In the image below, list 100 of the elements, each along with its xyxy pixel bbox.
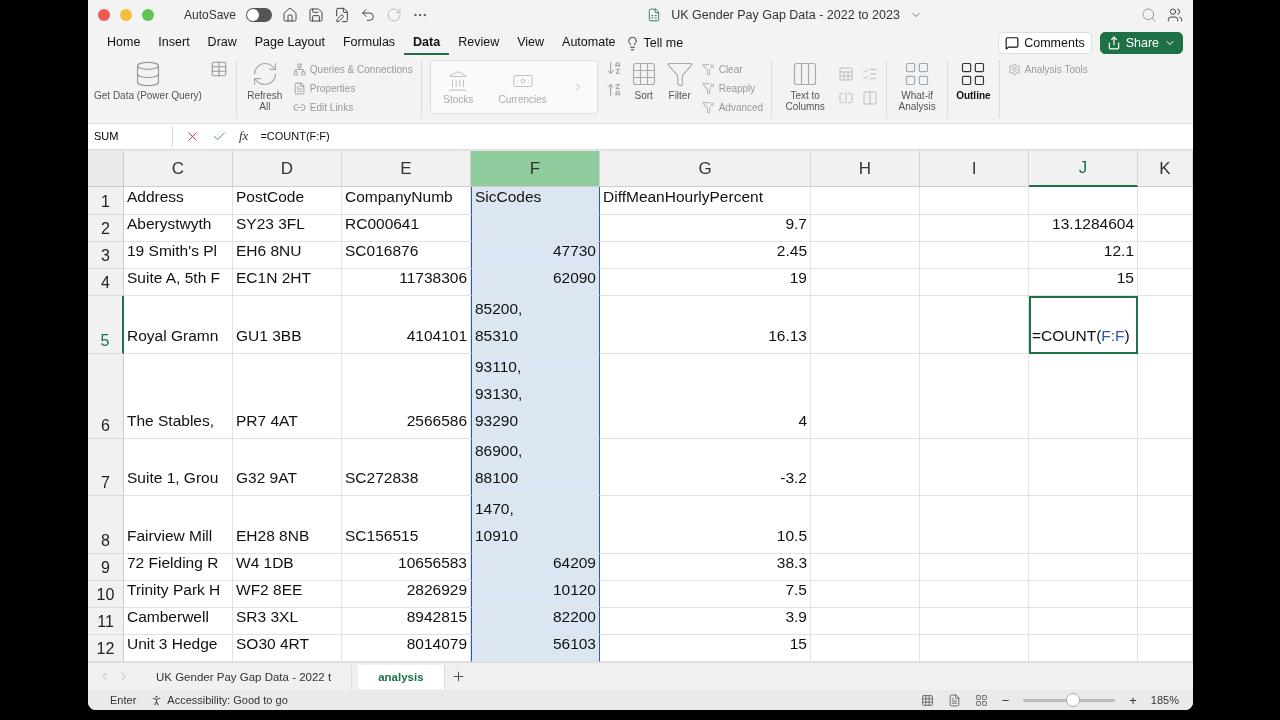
table-cell[interactable]: Suite 1, Grou xyxy=(124,439,233,497)
table-cell[interactable]: 19 xyxy=(600,269,811,297)
table-cell[interactable]: 16.13 xyxy=(600,296,811,355)
sort-ascending-icon[interactable] xyxy=(605,60,622,77)
column-header[interactable]: D xyxy=(233,151,342,188)
text-to-columns-button[interactable]: Text to Columns xyxy=(780,60,831,113)
zoom-in-button[interactable]: + xyxy=(1129,692,1137,708)
refresh-all-button[interactable]: Refresh All xyxy=(244,60,285,113)
row-header[interactable]: 4 xyxy=(88,269,124,297)
ribbon-tab[interactable]: Home xyxy=(98,31,150,56)
table-cell[interactable]: SC016876 xyxy=(342,242,471,270)
people-icon[interactable] xyxy=(1167,6,1183,23)
page-layout-icon[interactable] xyxy=(947,693,961,707)
table-cell[interactable]: 10656583 xyxy=(342,554,471,582)
table-cell[interactable]: Trinity Park H xyxy=(124,581,233,609)
column-header[interactable]: F xyxy=(471,151,600,188)
table-cell[interactable]: 8014079 xyxy=(342,635,471,663)
table-cell[interactable]: 2826929 xyxy=(342,581,471,609)
table-cell[interactable]: W4 1DB xyxy=(233,554,342,582)
ribbon-tab[interactable]: Page Layout xyxy=(245,31,334,56)
table-cell[interactable]: 12.1 xyxy=(1029,242,1138,270)
column-header[interactable]: H xyxy=(811,151,920,188)
formula-field[interactable]: =COUNT(F:F) xyxy=(260,130,330,143)
table-cell[interactable]: DiffMeanHourlyPercent xyxy=(600,187,811,216)
table-cell[interactable]: 9.7 xyxy=(600,215,811,243)
normal-view-icon[interactable] xyxy=(920,693,934,707)
table-cell[interactable]: 2.45 xyxy=(600,242,811,270)
row-header[interactable]: 11 xyxy=(88,608,124,636)
sort-descending-icon[interactable] xyxy=(605,82,622,99)
table-cell[interactable]: -3.2 xyxy=(600,439,811,497)
table-cell[interactable]: CompanyNumb xyxy=(342,187,471,216)
row-header[interactable]: 2 xyxy=(88,215,124,243)
redo-icon[interactable] xyxy=(386,6,403,23)
table-cell[interactable]: 72 Fielding R xyxy=(124,554,233,582)
ribbon-tab[interactable]: Review xyxy=(449,31,509,56)
table-icon[interactable] xyxy=(838,66,855,83)
share-button[interactable]: Share xyxy=(1099,32,1183,55)
get-data-button[interactable]: Get Data (Power Query) xyxy=(94,60,202,102)
edit-file-icon[interactable] xyxy=(334,6,351,23)
sheet-tab[interactable]: UK Gender Pay Gap Data - 2022 t xyxy=(136,664,353,689)
table-cell[interactable]: RC000641 xyxy=(342,215,471,243)
ribbon-tab[interactable]: Formulas xyxy=(334,31,405,56)
table-cell[interactable]: 4 xyxy=(600,354,811,440)
table-cell[interactable]: 62090 xyxy=(471,269,600,297)
minimize-button[interactable] xyxy=(120,8,132,21)
row-header[interactable]: 10 xyxy=(88,581,124,609)
table-cell[interactable]: SC156515 xyxy=(342,496,471,555)
column-header[interactable]: I xyxy=(920,151,1029,188)
table-cell[interactable]: 11738306 xyxy=(342,269,471,297)
table-cell[interactable]: 93110, 93130, 93290 xyxy=(471,354,600,440)
filter-button[interactable]: Filter xyxy=(665,60,694,102)
column-header[interactable]: J xyxy=(1029,151,1138,188)
table-cell[interactable]: Aberystwyth xyxy=(124,215,233,243)
autosave-toggle[interactable] xyxy=(246,7,273,22)
accessibility-status[interactable]: Accessibility: Good to go xyxy=(167,694,288,707)
column-header[interactable]: E xyxy=(342,151,471,188)
table-cell[interactable]: SC272838 xyxy=(342,439,471,497)
table-cell[interactable]: Address xyxy=(124,187,233,216)
table-cell[interactable]: EH6 8NU xyxy=(233,242,342,270)
select-all-button[interactable] xyxy=(88,151,124,188)
table-cell[interactable]: PR7 4AT xyxy=(233,354,342,440)
table-cell[interactable]: 2566586 xyxy=(342,354,471,440)
table-cell[interactable]: The Stables, xyxy=(124,354,233,440)
undo-icon[interactable] xyxy=(360,6,377,23)
table-cell[interactable]: Suite A, 5th F xyxy=(124,269,233,297)
tell-me-field[interactable]: Tell me xyxy=(643,36,684,51)
table-cell[interactable]: 64209 xyxy=(471,554,600,582)
what-if-analysis-button[interactable]: What-if Analysis xyxy=(895,60,940,113)
table-cell[interactable]: Royal Gramn xyxy=(124,296,233,355)
comments-button[interactable]: Comments xyxy=(998,32,1092,55)
zoom-out-button[interactable]: − xyxy=(1001,692,1010,708)
add-sheet-icon[interactable] xyxy=(450,669,466,685)
maximize-button[interactable] xyxy=(142,8,154,21)
function-label[interactable]: fx xyxy=(239,128,249,145)
row-header[interactable]: 5 xyxy=(88,296,124,355)
column-header[interactable]: K xyxy=(1138,151,1193,188)
table-cell[interactable]: GU1 3BB xyxy=(233,296,342,355)
table-cell[interactable]: EC1N 2HT xyxy=(233,269,342,297)
row-header[interactable]: 7 xyxy=(88,439,124,497)
table-cell[interactable]: Unit 3 Hedge xyxy=(124,635,233,663)
ribbon-tab[interactable]: Insert xyxy=(149,31,199,56)
ribbon-tab[interactable]: View xyxy=(508,31,554,56)
table-cell[interactable]: Camberwell xyxy=(124,608,233,636)
table-cell[interactable]: 8942815 xyxy=(342,608,471,636)
table-cell[interactable]: SO30 4RT xyxy=(233,635,342,663)
table-cell[interactable]: 85200, 85310 xyxy=(471,296,600,355)
table-cell[interactable]: 56103 xyxy=(471,635,600,663)
table-icon[interactable] xyxy=(209,60,228,79)
table-cell[interactable]: 13.1284604 xyxy=(1029,215,1138,243)
outline-button[interactable]: Outline xyxy=(956,60,991,102)
table-cell[interactable]: 7.5 xyxy=(600,581,811,609)
table-cell[interactable]: PostCode xyxy=(233,187,342,216)
table-cell[interactable]: 19 Smith's Pl xyxy=(124,242,233,270)
table-cell[interactable]: G32 9AT xyxy=(233,439,342,497)
zoom-slider-thumb[interactable] xyxy=(1066,693,1081,708)
table-cell[interactable]: 15 xyxy=(600,635,811,663)
table-cell[interactable]: 15 xyxy=(1029,269,1138,297)
table-cell[interactable]: 47730 xyxy=(471,242,600,270)
table-cell[interactable]: Fairview Mill xyxy=(124,496,233,555)
row-header[interactable]: 6 xyxy=(88,354,124,440)
